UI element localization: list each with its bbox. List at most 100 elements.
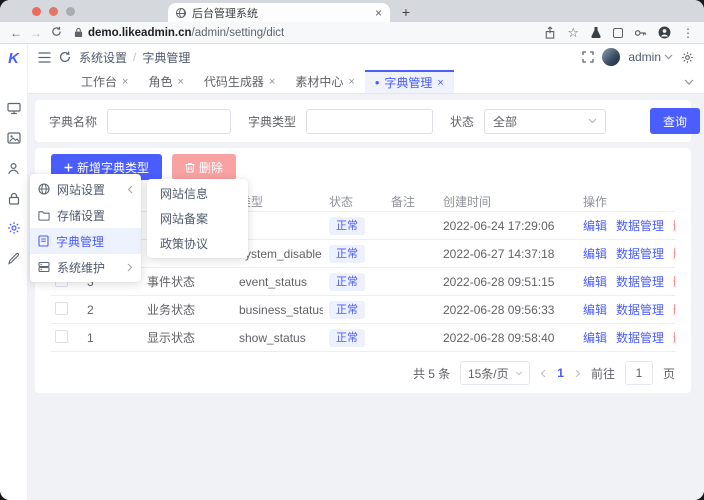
forward-icon[interactable]: → <box>28 26 44 40</box>
close-icon[interactable]: × <box>269 76 275 88</box>
new-tab-button[interactable]: + <box>398 4 414 20</box>
menu-item-dict-management[interactable]: 字典管理 <box>30 228 141 254</box>
chevron-down-icon <box>515 371 523 376</box>
close-tab-icon[interactable]: × <box>375 6 382 20</box>
url-path: /admin/setting/dict <box>192 27 285 39</box>
close-icon[interactable]: × <box>348 76 354 88</box>
chevron-right-icon <box>127 263 133 272</box>
page-size-select[interactable]: 15条/页 <box>460 361 530 385</box>
dict-type-label: 字典类型 <box>248 113 296 130</box>
submenu-item-website-info[interactable]: 网站信息 <box>147 181 248 206</box>
close-window-button[interactable] <box>32 7 41 16</box>
data-manage-link[interactable]: 数据管理 <box>616 245 664 262</box>
pagination: 共 5 条 15条/页 1 <box>51 361 675 385</box>
close-icon[interactable]: × <box>122 76 128 88</box>
dict-name-label: 字典名称 <box>49 113 97 130</box>
permission-lock-icon[interactable] <box>8 191 20 205</box>
back-icon[interactable]: ← <box>8 26 24 40</box>
profile-avatar-icon[interactable] <box>658 26 671 39</box>
reload-icon[interactable] <box>48 26 64 40</box>
extension-flask-icon[interactable] <box>590 26 602 39</box>
status-badge: 正常 <box>329 217 365 235</box>
tab-dict-management[interactable]: 字典管理 × <box>365 70 454 93</box>
favicon-globe-icon <box>176 8 186 18</box>
dict-table: 类型 状态 备注 创建时间 操作 正常 <box>51 192 675 352</box>
user-avatar[interactable] <box>602 48 620 66</box>
material-image-icon[interactable] <box>7 131 21 145</box>
table-row: 2 业务状态 business_status 正常 2022-06-28 09:… <box>51 296 675 324</box>
layout-settings-gear-icon[interactable] <box>681 51 694 64</box>
delete-link[interactable]: 删除 <box>673 301 675 318</box>
data-manage-link[interactable]: 数据管理 <box>616 273 664 290</box>
close-icon[interactable]: × <box>177 76 183 88</box>
menu-item-storage-settings[interactable]: 存储设置 <box>30 202 141 228</box>
more-menu-icon[interactable]: ⋮ <box>682 26 694 40</box>
submenu-item-policy-agreement[interactable]: 政策协议 <box>147 231 248 256</box>
submenu-item-website-icp[interactable]: 网站备案 <box>147 206 248 231</box>
data-manage-link[interactable]: 数据管理 <box>616 301 664 318</box>
goto-page-input[interactable] <box>625 361 653 385</box>
fullscreen-icon[interactable] <box>582 51 594 63</box>
share-icon[interactable] <box>544 26 556 39</box>
close-icon[interactable]: × <box>437 77 443 89</box>
row-checkbox[interactable] <box>55 302 68 315</box>
address-bar[interactable]: demo.likeadmin.cn/admin/setting/dict <box>74 27 540 39</box>
tabs-dropdown-chevron-icon[interactable] <box>684 75 694 89</box>
delete-selected-button[interactable]: 删除 <box>172 154 236 180</box>
dict-name-input[interactable] <box>107 109 231 134</box>
minimize-window-button[interactable] <box>49 7 58 16</box>
data-manage-link[interactable]: 数据管理 <box>616 329 664 346</box>
data-manage-link[interactable]: 数据管理 <box>616 217 664 234</box>
tab-workbench[interactable]: 工作台 × <box>71 70 138 93</box>
browser-tab[interactable]: 后台管理系统 × <box>168 3 390 22</box>
padlock-icon <box>74 27 83 38</box>
edit-link[interactable]: 编辑 <box>583 217 607 234</box>
table-row: system_disable 正常 2022-06-27 14:37:18 编辑… <box>51 240 675 268</box>
menu-item-website-settings[interactable]: 网站设置 <box>30 176 141 202</box>
tab-role[interactable]: 角色 × <box>138 70 193 93</box>
header-time: 创建时间 <box>437 193 577 210</box>
delete-link[interactable]: 删除 <box>673 273 675 290</box>
password-key-icon[interactable] <box>634 27 647 39</box>
edit-link[interactable]: 编辑 <box>583 273 607 290</box>
edit-pen-icon[interactable] <box>7 251 20 265</box>
user-icon[interactable] <box>7 161 20 175</box>
breadcrumb-page: 字典管理 <box>142 49 190 66</box>
next-page-icon[interactable] <box>575 369 581 378</box>
edit-link[interactable]: 编辑 <box>583 301 607 318</box>
edit-link[interactable]: 编辑 <box>583 245 607 262</box>
delete-link[interactable]: 删除 <box>673 329 675 346</box>
dict-type-input[interactable] <box>306 109 433 134</box>
breadcrumb: 系统设置 / 字典管理 <box>79 49 190 66</box>
delete-link[interactable]: 删除 <box>673 245 675 262</box>
page-unit-label: 页 <box>663 365 675 382</box>
reading-list-icon[interactable] <box>613 28 623 38</box>
prev-page-icon[interactable] <box>540 369 546 378</box>
app-header: 系统设置 / 字典管理 admin <box>28 44 704 70</box>
url-host: demo.likeadmin.cn <box>88 27 192 39</box>
row-checkbox[interactable] <box>55 330 68 343</box>
user-menu[interactable]: admin <box>628 50 673 64</box>
status-select[interactable]: 全部 <box>484 109 606 134</box>
collapse-menu-icon[interactable] <box>38 52 51 63</box>
settings-gear-icon[interactable] <box>7 221 21 235</box>
folder-icon <box>38 210 50 221</box>
zoom-window-button[interactable] <box>66 7 75 16</box>
search-button[interactable]: 查询 <box>650 108 700 134</box>
tab-code-generator[interactable]: 代码生成器 × <box>194 70 285 93</box>
menu-item-system-maintenance[interactable]: 系统维护 <box>30 254 141 280</box>
dictionary-book-icon <box>38 235 49 247</box>
brand-logo[interactable]: K <box>8 50 19 67</box>
table-row: 1 显示状态 show_status 正常 2022-06-28 09:58:4… <box>51 324 675 352</box>
workbench-monitor-icon[interactable] <box>7 101 21 115</box>
goto-label: 前往 <box>591 365 615 382</box>
status-badge: 正常 <box>329 329 365 347</box>
delete-link[interactable]: 删除 <box>673 217 675 234</box>
breadcrumb-section[interactable]: 系统设置 <box>79 49 127 66</box>
tab-material-center[interactable]: 素材中心 × <box>285 70 364 93</box>
bookmark-star-icon[interactable]: ☆ <box>567 26 579 39</box>
status-badge: 正常 <box>329 273 365 291</box>
current-page[interactable]: 1 <box>555 366 566 380</box>
edit-link[interactable]: 编辑 <box>583 329 607 346</box>
refresh-icon[interactable] <box>59 51 71 63</box>
